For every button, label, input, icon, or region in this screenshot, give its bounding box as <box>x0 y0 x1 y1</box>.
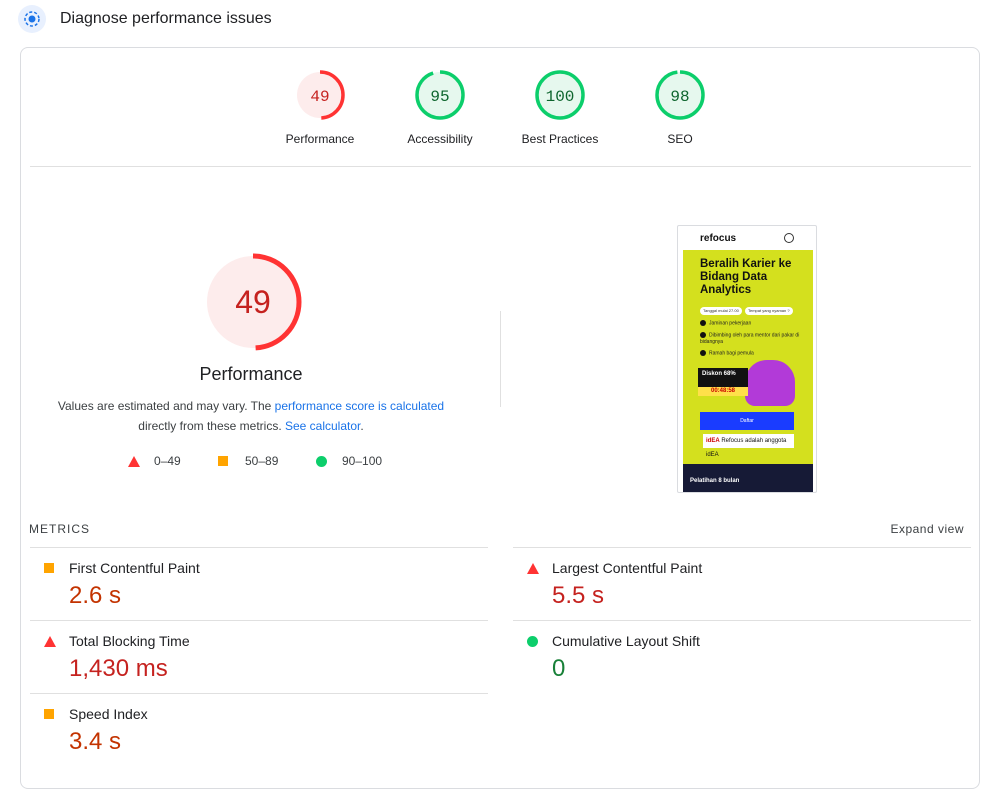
gauge-best-practices[interactable]: 100 Best Practices <box>500 70 620 146</box>
section-title: Diagnose performance issues <box>60 10 272 27</box>
check-text: Dibimbing oleh para mentor dari pakar di… <box>700 332 800 346</box>
report-card: 49 Performance 95 Accessibility 100 Best… <box>20 47 980 789</box>
metric-name: Largest Contentful Paint <box>552 560 703 576</box>
circle-icon <box>316 455 327 467</box>
metric-value: 5.5 s <box>552 582 605 609</box>
desc-text: directly from these metrics. <box>138 419 285 433</box>
check-icon <box>700 320 706 326</box>
expand-view-toggle[interactable]: Expand view <box>890 522 964 536</box>
page-screenshot[interactable]: refocus Beralih Karier ke Bidang Data An… <box>677 225 817 493</box>
gauge-accessibility[interactable]: 95 Accessibility <box>380 70 500 146</box>
vertical-divider <box>500 311 501 407</box>
screenshot-headline: Beralih Karier ke Bidang Data Analytics <box>700 258 792 296</box>
legend-label: 0–49 <box>154 454 181 468</box>
metric-fcp: First Contentful Paint 2.6 s <box>30 547 488 620</box>
gauge-score: 95 <box>430 88 449 106</box>
lighthouse-icon <box>18 5 46 33</box>
check-text: Jaminan pekerjaan <box>709 320 752 327</box>
metric-name: Speed Index <box>69 706 148 722</box>
performance-title: Performance <box>199 364 303 384</box>
metric-name: Cumulative Layout Shift <box>552 633 700 649</box>
triangle-icon <box>527 563 539 574</box>
gauge-label: Performance <box>285 132 355 146</box>
metric-value: 0 <box>552 655 566 682</box>
partner-logo: idEA <box>706 438 720 444</box>
menu-icon <box>784 233 794 243</box>
triangle-icon <box>128 455 140 467</box>
legend-pass: 90–100 <box>316 454 382 468</box>
legend-average: 50–89 <box>218 454 278 468</box>
metric-value: 1,430 ms <box>69 655 168 682</box>
square-icon <box>44 563 54 573</box>
metric-name: Total Blocking Time <box>69 633 190 649</box>
metrics-heading: METRICS <box>29 522 90 536</box>
mascot-illustration <box>745 360 795 406</box>
desc-text: . <box>360 419 364 433</box>
screenshot-brand: refocus <box>700 232 737 244</box>
gauge-seo[interactable]: 98 SEO <box>620 70 740 146</box>
gauge-performance[interactable]: 49 Performance <box>260 70 380 146</box>
circle-icon <box>527 636 538 647</box>
metric-name: First Contentful Paint <box>69 560 200 576</box>
metric-cls: Cumulative Layout Shift 0 <box>513 620 971 693</box>
screenshot-check: Jaminan pekerjaan <box>700 320 751 327</box>
metric-si: Speed Index 3.4 s <box>30 693 488 766</box>
legend-label: 50–89 <box>245 454 279 468</box>
see-calculator-link[interactable]: See calculator <box>285 419 360 433</box>
screenshot-footer: Pelatihan 8 bulan <box>683 464 813 492</box>
promo-text: Diskon 68% <box>702 371 736 377</box>
square-icon <box>218 456 228 466</box>
gauge-ring: 98 <box>655 70 705 120</box>
metric-value: 3.4 s <box>69 728 122 755</box>
screenshot-topbar: refocus <box>678 226 816 250</box>
performance-description: Values are estimated and may vary. The p… <box>51 396 451 436</box>
screenshot-cta: Daftar <box>700 412 794 430</box>
screenshot-check: Ramah bagi pemula <box>700 350 754 357</box>
check-text: Ramah bagi pemula <box>709 350 754 357</box>
triangle-icon <box>44 636 56 647</box>
legend-fail: 0–49 <box>128 454 181 468</box>
screenshot-timer: 00:48:58 <box>698 387 748 396</box>
screenshot-partner: idEA Refocus adalah anggota idEA <box>703 434 794 458</box>
performance-score: 49 <box>235 284 271 320</box>
gauge-ring: 100 <box>535 70 585 120</box>
gauge-label: Accessibility <box>407 132 473 146</box>
square-icon <box>44 709 54 719</box>
metric-value: 2.6 s <box>69 582 122 609</box>
metric-lcp: Largest Contentful Paint 5.5 s <box>513 547 971 620</box>
check-icon <box>700 350 706 356</box>
screenshot-chip: Tanggal mulai 27.00 <box>700 307 742 315</box>
section-header: Diagnose performance issues <box>18 5 272 33</box>
divider <box>30 166 971 167</box>
screenshot-chip: Tempat yang nyaman ? <box>745 307 793 315</box>
gauge-score: 100 <box>546 88 575 106</box>
gauge-ring: 49 <box>295 70 345 120</box>
legend-label: 90–100 <box>342 454 383 468</box>
gauge-score: 49 <box>310 88 329 106</box>
screenshot-check: Dibimbing oleh para mentor dari pakar di… <box>700 332 800 346</box>
check-icon <box>700 332 706 338</box>
screenshot-hero: Beralih Karier ke Bidang Data Analytics … <box>683 250 813 464</box>
desc-text: Values are estimated and may vary. The <box>57 399 275 413</box>
gauge-label: SEO <box>667 132 693 146</box>
gauge-score: 98 <box>670 88 689 106</box>
metric-tbt: Total Blocking Time 1,430 ms <box>30 620 488 693</box>
performance-gauge: 49 <box>204 253 302 351</box>
gauge-ring: 95 <box>415 70 465 120</box>
performance-score-link[interactable]: performance score is calculated <box>275 399 444 413</box>
gauge-label: Best Practices <box>521 132 599 146</box>
